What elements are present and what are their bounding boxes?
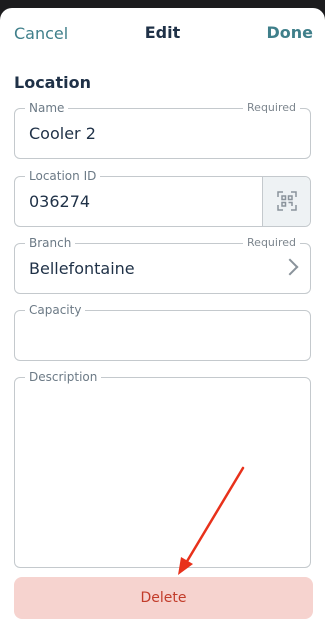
description-field[interactable]: Description	[14, 370, 311, 568]
qr-scan-icon	[277, 191, 297, 211]
branch-label: Branch	[25, 236, 76, 250]
name-field[interactable]: Name Required Cooler 2	[14, 101, 311, 159]
location-id-label: Location ID	[25, 169, 101, 183]
nav-bar: Cancel Edit Done	[0, 8, 325, 58]
name-value[interactable]: Cooler 2	[29, 124, 96, 143]
scan-button[interactable]	[262, 177, 310, 226]
branch-field[interactable]: Branch Required Bellefontaine	[14, 236, 311, 294]
capacity-label: Capacity	[25, 303, 86, 317]
chevron-right-icon[interactable]	[281, 258, 299, 276]
capacity-field[interactable]: Capacity	[14, 303, 311, 361]
branch-value[interactable]: Bellefontaine	[29, 259, 135, 278]
name-label: Name	[25, 101, 69, 115]
edit-location-screen: Cancel Edit Done Location Name Required …	[0, 8, 325, 628]
branch-required-label: Required	[243, 236, 300, 250]
done-button[interactable]: Done	[266, 23, 313, 42]
name-required-label: Required	[243, 101, 300, 115]
location-id-value[interactable]: 036274	[29, 192, 90, 211]
section-title: Location	[14, 73, 91, 92]
description-label: Description	[25, 370, 102, 384]
delete-button[interactable]: Delete	[14, 577, 313, 619]
location-id-field[interactable]: Location ID 036274	[14, 169, 311, 227]
